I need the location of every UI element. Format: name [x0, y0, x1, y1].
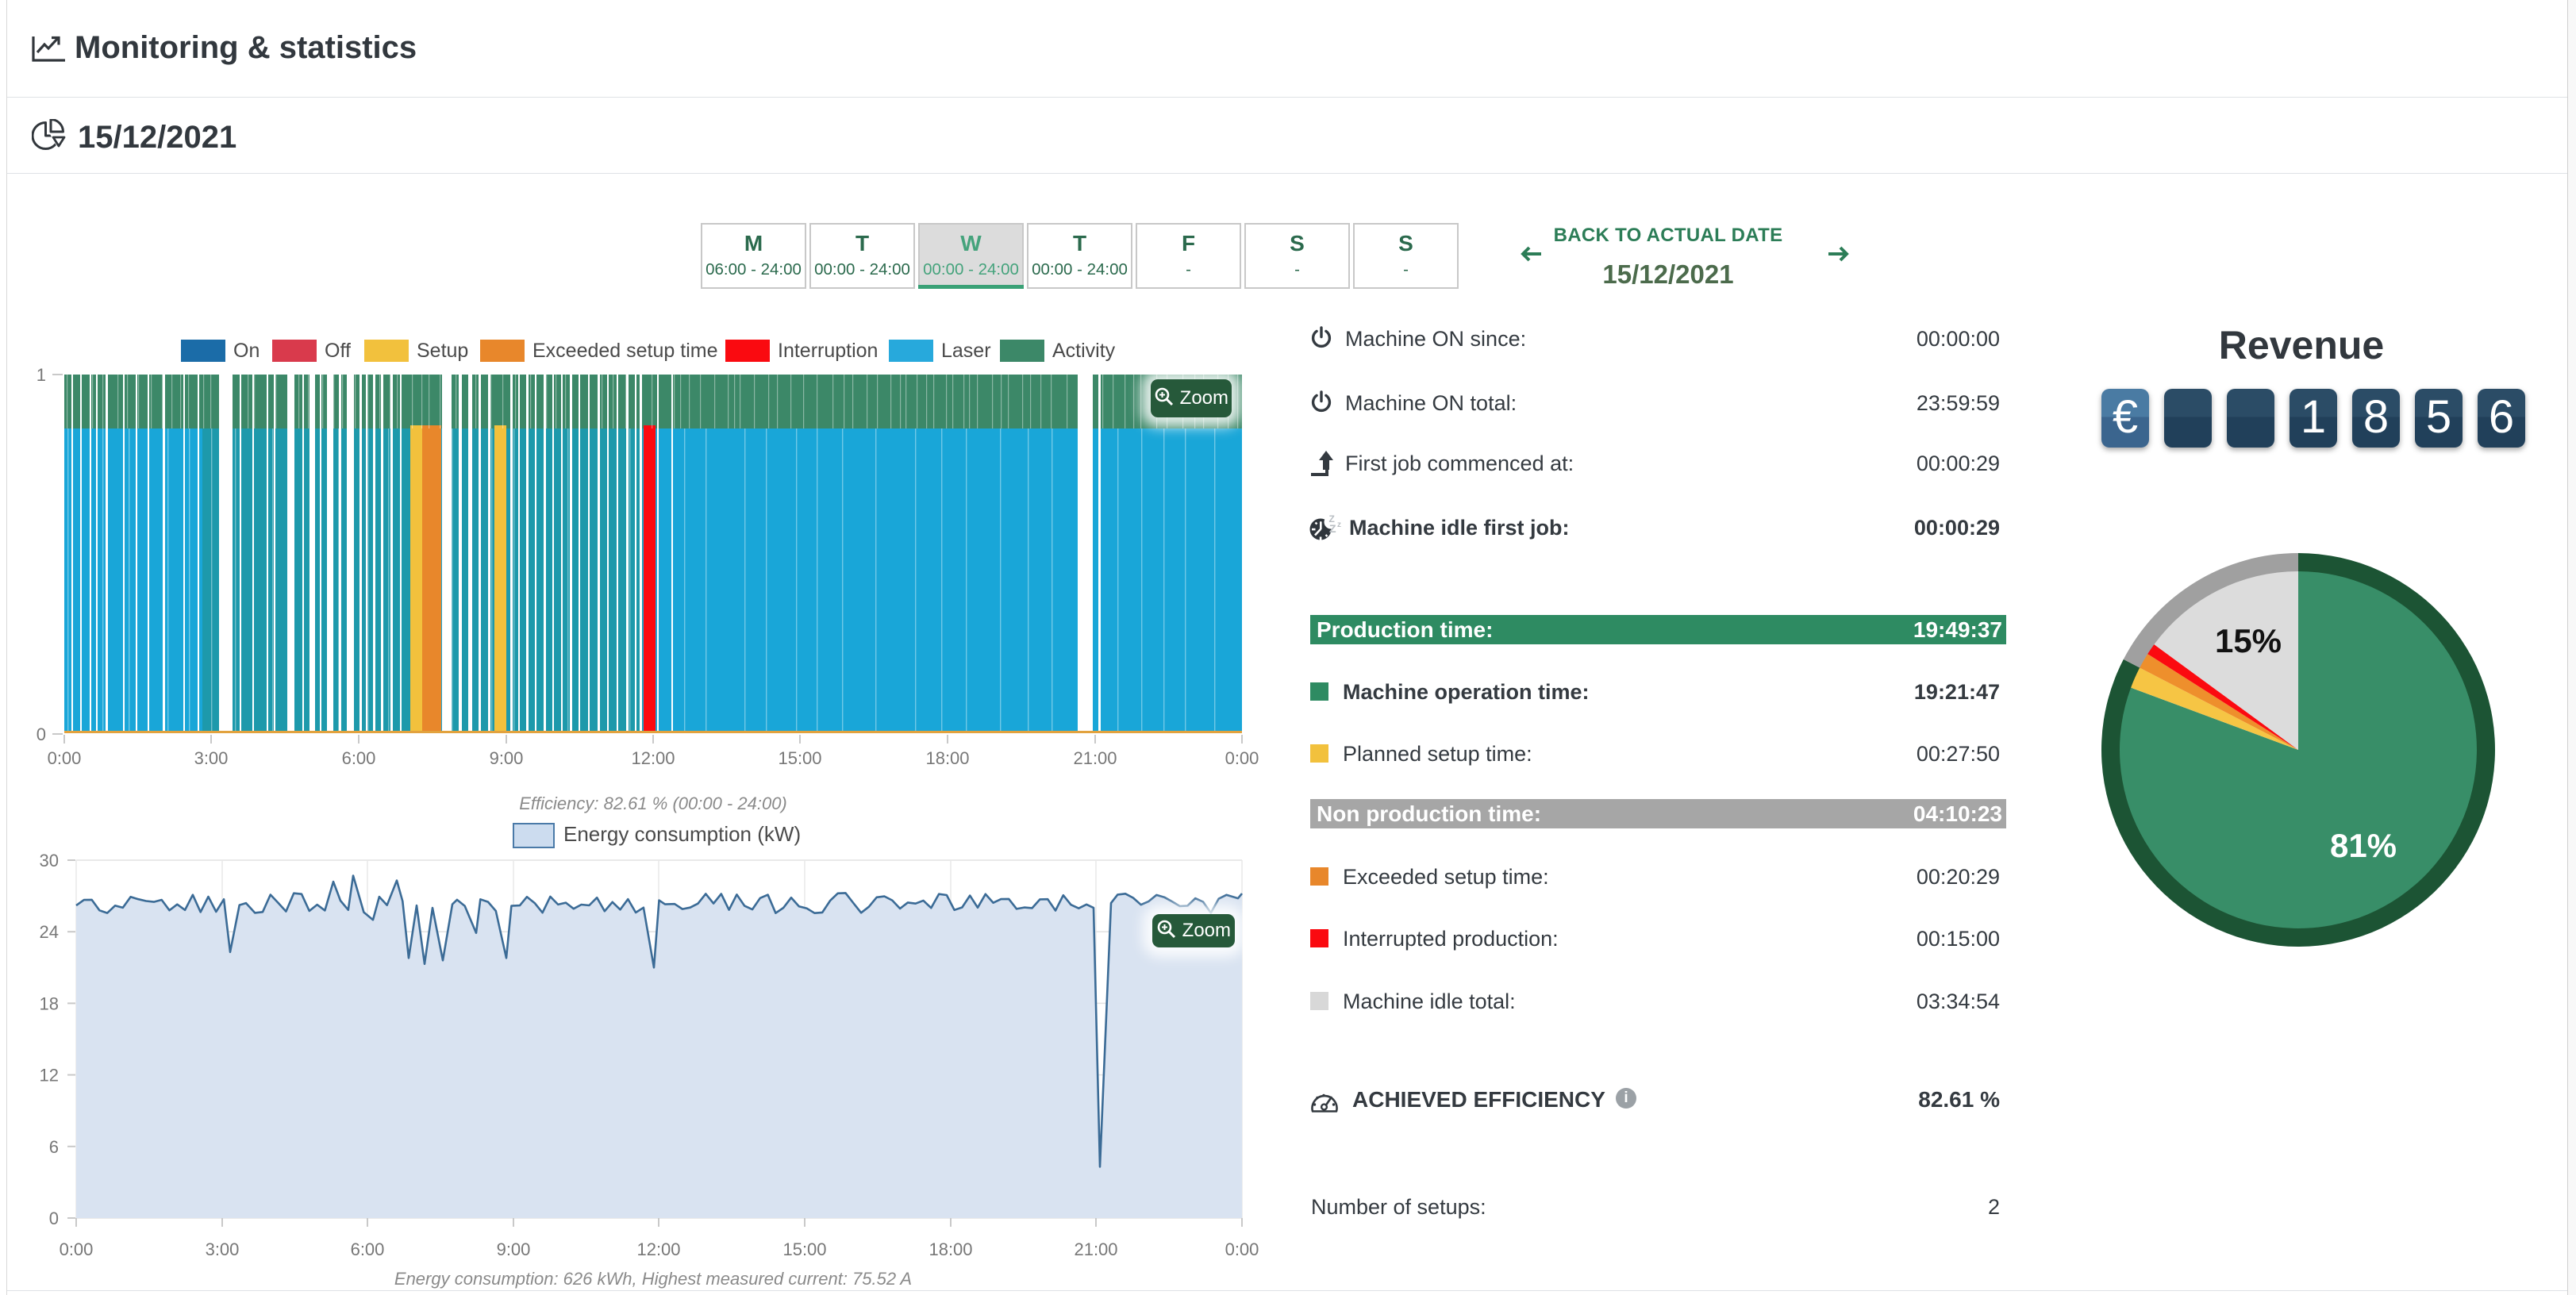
svg-text:0:00: 0:00: [48, 748, 82, 768]
svg-text:9:00: 9:00: [497, 1239, 531, 1259]
svg-text:0:00: 0:00: [60, 1239, 94, 1259]
svg-text:Z: Z: [1329, 522, 1336, 535]
svg-text:Efficiency: 82.61 % (00:00 - 2: Efficiency: 82.61 % (00:00 - 24:00): [519, 794, 787, 813]
svg-text:18:00: 18:00: [929, 1239, 972, 1259]
svg-text:0: 0: [49, 1209, 59, 1228]
svg-text:0: 0: [37, 724, 46, 744]
svg-text:24: 24: [40, 922, 59, 942]
svg-text:On: On: [233, 340, 260, 362]
svg-text:0:00: 0:00: [1225, 748, 1259, 768]
svg-text:3:00: 3:00: [206, 1239, 240, 1259]
svg-text:Energy consumption: 626 kWh, H: Energy consumption: 626 kWh, Highest mea…: [394, 1269, 912, 1289]
svg-text:15:00: 15:00: [778, 748, 821, 768]
svg-text:1: 1: [37, 365, 46, 385]
svg-text:6:00: 6:00: [342, 748, 376, 768]
svg-text:30: 30: [40, 851, 59, 870]
svg-text:Energy consumption (kW): Energy consumption (kW): [563, 822, 801, 846]
svg-text:3:00: 3:00: [194, 748, 229, 768]
svg-text:15%: 15%: [2215, 622, 2282, 659]
svg-text:12: 12: [40, 1066, 59, 1086]
svg-text:6:00: 6:00: [351, 1239, 385, 1259]
svg-text:Interruption: Interruption: [778, 340, 878, 362]
svg-text:81%: 81%: [2330, 827, 2397, 864]
svg-text:12:00: 12:00: [636, 1239, 680, 1259]
svg-text:21:00: 21:00: [1074, 1239, 1117, 1259]
svg-text:9:00: 9:00: [490, 748, 524, 768]
svg-text:12:00: 12:00: [631, 748, 675, 768]
svg-text:Setup: Setup: [417, 340, 468, 362]
svg-text:Laser: Laser: [941, 340, 991, 362]
svg-text:21:00: 21:00: [1073, 748, 1117, 768]
svg-text:Off: Off: [325, 340, 351, 362]
svg-text:6: 6: [49, 1137, 59, 1157]
svg-text:18:00: 18:00: [925, 748, 969, 768]
svg-text:Activity: Activity: [1052, 340, 1116, 362]
svg-text:z: z: [1337, 521, 1341, 529]
svg-text:0:00: 0:00: [1225, 1239, 1259, 1259]
svg-text:Exceeded setup time: Exceeded setup time: [533, 340, 717, 362]
svg-text:15:00: 15:00: [782, 1239, 826, 1259]
svg-text:18: 18: [40, 993, 59, 1013]
